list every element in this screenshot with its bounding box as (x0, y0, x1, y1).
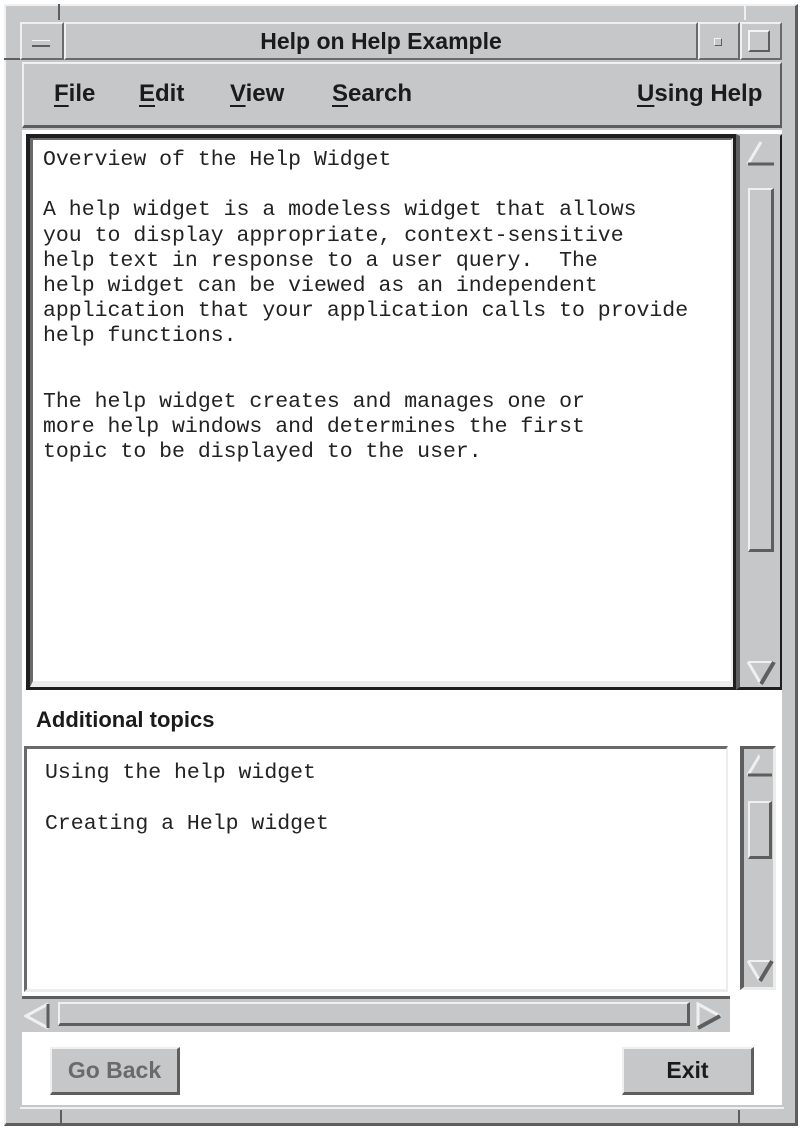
additional-topics-list[interactable]: Using the help widget Creating a Help wi… (24, 746, 728, 992)
menu-file-label: ile (68, 80, 96, 107)
scroll-left-arrow-icon[interactable] (24, 1002, 52, 1030)
window-title[interactable]: Help on Help Example (64, 22, 698, 60)
window-menu-button[interactable] (20, 22, 64, 60)
help-text-line (43, 375, 688, 390)
menu-search-mnemonic: S (332, 80, 349, 107)
additional-topics-label: Additional topics (36, 707, 215, 732)
frame-resize-handle-left-top[interactable] (4, 58, 20, 60)
menu-using-help-mnemonic: U (637, 80, 655, 107)
help-text-pane[interactable]: Overview of the Help Widget A help widge… (26, 134, 736, 690)
help-dialog-body: Overview of the Help Widget A help widge… (22, 130, 782, 1105)
help-text: Overview of the Help Widget A help widge… (43, 148, 688, 465)
window-bottom-edge (20, 1107, 784, 1121)
help-text-line: you to display appropriate, context-sens… (43, 223, 624, 248)
menu-view-mnemonic: V (230, 80, 246, 107)
scroll-up-arrow-icon[interactable] (746, 140, 776, 166)
topic-item[interactable]: Creating a Help widget (45, 812, 329, 836)
menu-file[interactable]: File (54, 80, 95, 108)
help-text-scrollbar[interactable] (736, 134, 782, 690)
menu-edit[interactable]: Edit (139, 80, 184, 108)
scroll-down-arrow-icon[interactable] (746, 660, 776, 686)
help-text-line: more help windows and determines the fir… (43, 415, 585, 440)
menu-edit-label: dit (155, 80, 185, 107)
topic-item[interactable]: Using the help widget (45, 761, 316, 785)
menu-view-label: iew (245, 80, 285, 107)
title-bar: Help on Help Example (20, 22, 784, 62)
help-text-line (43, 173, 688, 198)
exit-button[interactable]: Exit (622, 1047, 754, 1095)
minimize-button[interactable] (698, 22, 740, 60)
topics-scroll-thumb[interactable] (748, 801, 772, 859)
help-text-line (43, 350, 688, 375)
help-text-line: The help widget creates and manages one … (43, 389, 585, 414)
menu-using-help-label: sing Help (654, 80, 763, 107)
help-text-line: topic to be displayed to the user. (43, 440, 482, 465)
help-text-line: application that your application calls … (43, 299, 689, 324)
topics-horizontal-scroll-thumb[interactable] (58, 1002, 690, 1026)
help-text-line: help text in response to a user query. T… (43, 248, 598, 273)
menu-file-mnemonic: F (54, 80, 69, 107)
menu-view[interactable]: View (230, 80, 284, 108)
topics-scroll-down-arrow-icon[interactable] (746, 959, 774, 985)
help-text-line: A help widget is a modeless widget that … (43, 198, 637, 223)
maximize-button[interactable] (740, 22, 782, 60)
frame-resize-handle-top-left[interactable] (58, 4, 60, 20)
menu-search[interactable]: Search (332, 80, 412, 108)
menu-using-help[interactable]: Using Help (637, 80, 762, 108)
help-text-line: Overview of the Help Widget (43, 148, 392, 172)
menu-bar: File Edit View Search Using Help (22, 62, 782, 128)
topics-vertical-scrollbar[interactable] (740, 746, 776, 990)
help-text-line: help functions. (43, 324, 237, 349)
help-text-scroll-thumb[interactable] (748, 188, 774, 552)
help-text-line: help widget can be viewed as an independ… (43, 274, 598, 299)
maximize-icon (748, 30, 770, 52)
topics-scroll-up-arrow-icon[interactable] (746, 753, 774, 779)
menu-search-label: earch (348, 80, 413, 107)
topics-horizontal-scrollbar[interactable] (22, 996, 730, 1032)
window-menu-icon (32, 40, 50, 47)
go-back-button[interactable]: Go Back (50, 1047, 180, 1095)
scroll-right-arrow-icon[interactable] (696, 1002, 724, 1030)
menu-edit-mnemonic: E (139, 80, 156, 107)
minimize-icon (714, 38, 722, 46)
frame-resize-handle-top-right[interactable] (744, 4, 746, 20)
